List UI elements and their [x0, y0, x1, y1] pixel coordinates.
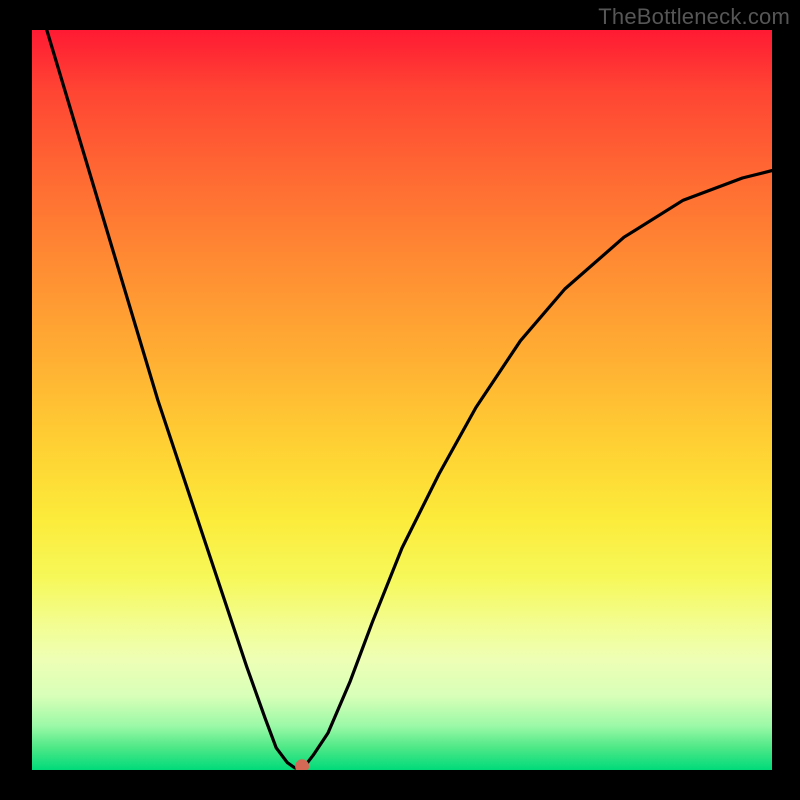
- plot-area: [32, 30, 772, 770]
- chart-svg: [32, 30, 772, 770]
- bottleneck-curve: [47, 30, 772, 769]
- watermark-text: TheBottleneck.com: [598, 4, 790, 30]
- chart-frame: TheBottleneck.com: [0, 0, 800, 800]
